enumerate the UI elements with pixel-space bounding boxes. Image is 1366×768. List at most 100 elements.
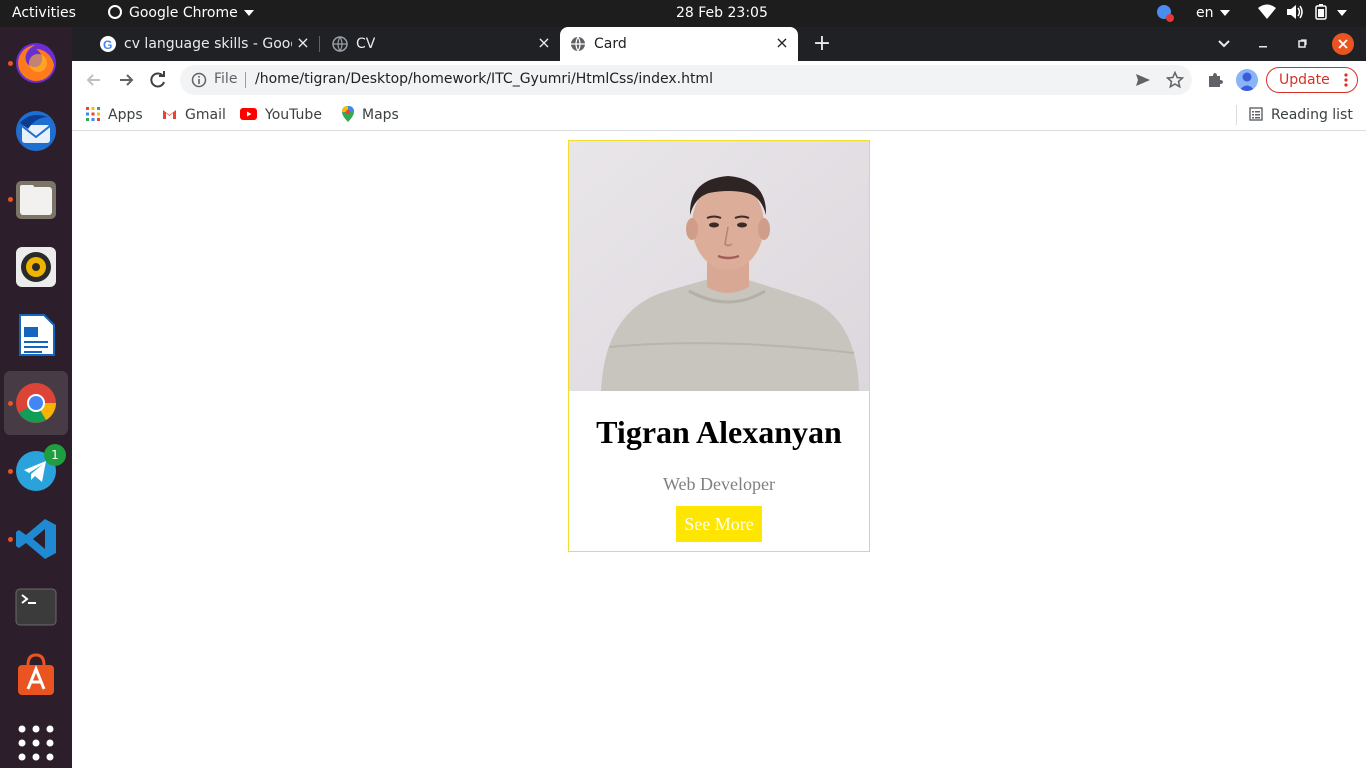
tab-cv[interactable]: CV ×: [320, 27, 558, 61]
chevron-down-icon: [1337, 10, 1348, 16]
close-icon[interactable]: ×: [294, 34, 312, 52]
dock-telegram[interactable]: 1: [4, 439, 68, 503]
ubuntu-dock: 1: [0, 27, 72, 768]
chevron-down-icon: [1218, 40, 1230, 48]
bookmarks-bar: Apps Gmail YouTube Maps Reading list: [72, 99, 1366, 131]
speaker-icon: [16, 247, 56, 287]
dock-vscode[interactable]: [4, 507, 68, 571]
chrome-icon: [16, 383, 56, 423]
tab-title: CV: [356, 36, 376, 52]
running-indicator: [8, 197, 13, 202]
tab-title: Card: [594, 36, 627, 52]
tab-strip: G cv language skills - Google × CV × Car…: [72, 27, 1366, 61]
dock-firefox[interactable]: [4, 31, 68, 95]
bookmark-apps[interactable]: Apps: [86, 105, 143, 125]
bookmarks-divider: [1236, 105, 1237, 125]
vscode-icon: [16, 519, 56, 559]
arrow-right-icon: [120, 74, 134, 86]
profile-avatar[interactable]: [1236, 69, 1258, 91]
tab-google-search[interactable]: G cv language skills - Google ×: [80, 27, 318, 61]
bookmark-label: YouTube: [265, 107, 322, 123]
dock-rhythmbox[interactable]: [4, 235, 68, 299]
tab-title: cv language skills - Google: [124, 36, 292, 52]
dock-thunderbird[interactable]: [4, 99, 68, 163]
restore-button[interactable]: [1291, 33, 1313, 55]
puzzle-icon: [1209, 73, 1223, 87]
bookmark-label: Gmail: [185, 107, 226, 123]
restore-icon: [1298, 39, 1307, 48]
notification-icon: [1157, 5, 1174, 22]
profile-card: Tigran Alexanyan Web Developer See More: [568, 140, 870, 552]
running-indicator: [8, 537, 13, 542]
language-label: en: [1196, 5, 1214, 21]
activities-button[interactable]: Activities: [12, 0, 76, 27]
notification-indicator[interactable]: [1157, 0, 1174, 27]
bookmark-gmail[interactable]: Gmail: [162, 105, 226, 125]
writer-icon: [19, 314, 55, 356]
show-applications-button[interactable]: [4, 711, 68, 768]
info-icon[interactable]: [191, 72, 207, 88]
system-status-menu[interactable]: [1258, 0, 1348, 27]
dock-chrome[interactable]: [4, 371, 68, 435]
shopping-bag-icon: [18, 653, 54, 695]
volume-icon: [1287, 5, 1304, 19]
globe-icon: [332, 36, 348, 52]
running-indicator: [8, 401, 13, 406]
bookmark-label: Maps: [362, 107, 399, 123]
clock[interactable]: 28 Feb 23:05: [676, 0, 768, 27]
globe-icon: [571, 36, 585, 52]
tab-card[interactable]: Card ×: [560, 27, 798, 61]
system-top-bar: Activities Google Chrome 28 Feb 23:05 en: [0, 0, 1366, 27]
back-button[interactable]: [84, 70, 104, 90]
maps-pin-icon: [342, 106, 354, 122]
dock-software[interactable]: [4, 643, 68, 707]
address-bar[interactable]: File /home/tigran/Desktop/homework/ITC_G…: [180, 65, 1192, 95]
avatar-icon: [1239, 72, 1255, 91]
close-icon[interactable]: ×: [773, 34, 791, 52]
terminal-icon: [15, 588, 57, 626]
dock-files[interactable]: [4, 167, 68, 231]
see-more-button[interactable]: See More: [676, 506, 762, 542]
scheme-divider: [245, 72, 246, 88]
wifi-icon: [1258, 4, 1276, 19]
reload-icon: [150, 71, 165, 88]
forward-button[interactable]: [116, 70, 136, 90]
telegram-unread-badge: 1: [44, 444, 66, 466]
files-icon: [16, 181, 56, 219]
running-indicator: [8, 61, 13, 66]
battery-icon: [1315, 4, 1327, 20]
close-icon: [1338, 39, 1348, 49]
apps-grid-icon: [86, 107, 100, 121]
dock-libreoffice-writer[interactable]: [4, 303, 68, 367]
tab-search-button[interactable]: [1214, 33, 1234, 55]
new-tab-button[interactable]: +: [810, 31, 834, 57]
extensions-button[interactable]: [1206, 71, 1224, 89]
reload-button[interactable]: [148, 70, 168, 90]
gmail-icon: [163, 110, 176, 119]
browser-toolbar: File /home/tigran/Desktop/homework/ITC_G…: [72, 61, 1366, 99]
bookmark-label: Apps: [108, 107, 143, 123]
chevron-down-icon: [1219, 10, 1230, 16]
update-button[interactable]: Update: [1266, 67, 1358, 93]
close-window-button[interactable]: [1332, 33, 1354, 55]
chevron-down-icon: [243, 10, 254, 16]
google-icon: G: [100, 36, 116, 52]
send-icon[interactable]: [1134, 71, 1152, 89]
app-menu[interactable]: Google Chrome: [108, 0, 254, 27]
page-viewport: Tigran Alexanyan Web Developer See More: [72, 132, 1366, 768]
arrow-left-icon: [86, 74, 100, 86]
close-icon[interactable]: ×: [535, 34, 553, 52]
reading-list-button[interactable]: Reading list: [1249, 105, 1353, 125]
minimize-icon: [1259, 46, 1267, 48]
chrome-small-icon: [108, 5, 122, 19]
language-indicator[interactable]: en: [1196, 0, 1230, 27]
thunderbird-icon: [16, 111, 56, 151]
card-job-title: Web Developer: [663, 474, 775, 494]
url-text[interactable]: /home/tigran/Desktop/homework/ITC_Gyumri…: [255, 71, 713, 87]
star-icon[interactable]: [1166, 71, 1184, 89]
dock-terminal[interactable]: [4, 575, 68, 639]
svg-text:G: G: [103, 38, 112, 52]
bookmark-maps[interactable]: Maps: [342, 105, 399, 125]
bookmark-youtube[interactable]: YouTube: [240, 105, 322, 125]
minimize-button[interactable]: [1252, 33, 1274, 55]
